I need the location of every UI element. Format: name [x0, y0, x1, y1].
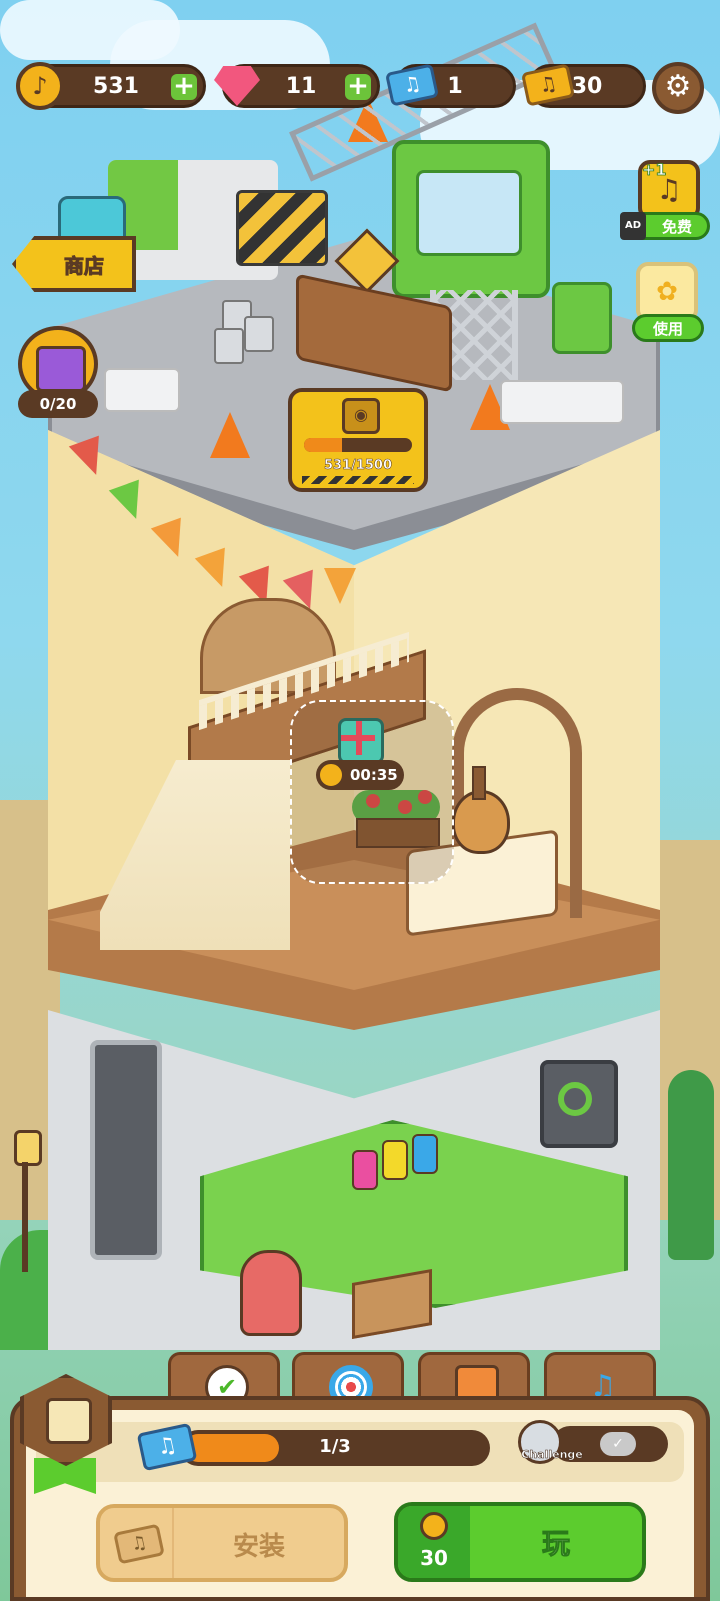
chest-count-badge: 0/20	[18, 390, 98, 418]
free-label: 免费	[661, 218, 692, 236]
ad-badge: AD	[620, 212, 646, 240]
install-button[interactable]: ♫ 安装	[96, 1504, 348, 1582]
level-progress-text: 1/3	[319, 1436, 351, 1457]
stone-blocks	[500, 380, 624, 424]
barrier	[236, 190, 328, 266]
worker-character	[240, 1250, 302, 1336]
use-label: 使用	[652, 320, 683, 338]
shop-button[interactable]: 商店	[12, 196, 136, 300]
gift-timer-text: 00:35	[350, 766, 398, 784]
box-hammer-icon	[46, 1398, 92, 1444]
paint-cans	[214, 300, 274, 364]
install-label: 安装	[232, 1532, 285, 1562]
builder-hex-button[interactable]	[20, 1374, 112, 1494]
chest-count: 0/20	[39, 395, 77, 413]
shop-label: 商店	[64, 254, 105, 279]
wings-boost-button[interactable]: ✿ 使用	[632, 262, 704, 342]
play-label: 玩	[541, 1527, 570, 1561]
plus-one-badge: +1	[642, 160, 667, 180]
golden-ticket-icon: ♫	[113, 1523, 165, 1565]
street-lamp	[10, 1130, 42, 1272]
challenge-toggle[interactable]: ✓ Challenge	[516, 1420, 672, 1468]
factory-door	[90, 1040, 162, 1260]
settings-button[interactable]: ⚙	[652, 62, 704, 114]
gift-box-icon[interactable]	[338, 718, 384, 764]
play-button[interactable]: 30 玩	[394, 1502, 646, 1582]
bunting-flags	[68, 435, 356, 620]
crane-cab	[392, 140, 550, 298]
paint-tubes	[352, 1134, 442, 1190]
coin-icon: ♪	[16, 62, 64, 110]
add-coins-button[interactable]: +	[171, 73, 197, 100]
ad-label: AD	[624, 220, 642, 231]
stone-blocks	[104, 368, 180, 412]
gear-icon: ⚙	[664, 69, 692, 104]
coin-icon	[420, 1512, 448, 1540]
add-gems-button[interactable]: +	[345, 73, 371, 100]
wings-icon: ✿	[656, 277, 678, 307]
guitar-character	[448, 766, 510, 856]
play-cost: 30	[420, 1546, 448, 1570]
music-ticket-icon: ♫	[136, 1422, 198, 1472]
background-tree	[668, 1070, 714, 1260]
toggle-knob: ✓	[600, 1432, 636, 1456]
level-progress: ♫ 1/3	[136, 1422, 490, 1472]
gift-timer-badge: 00:35	[316, 760, 404, 790]
challenge-label: Challenge	[521, 1448, 583, 1462]
factory-screen	[540, 1060, 618, 1148]
electric-box	[552, 282, 612, 354]
free-ticket-button[interactable]: ♫ +1 AD 免费	[620, 160, 710, 244]
clock-icon	[318, 762, 344, 788]
chest-button[interactable]: 0/20	[14, 326, 102, 420]
lock-icon: ◉	[342, 398, 380, 434]
